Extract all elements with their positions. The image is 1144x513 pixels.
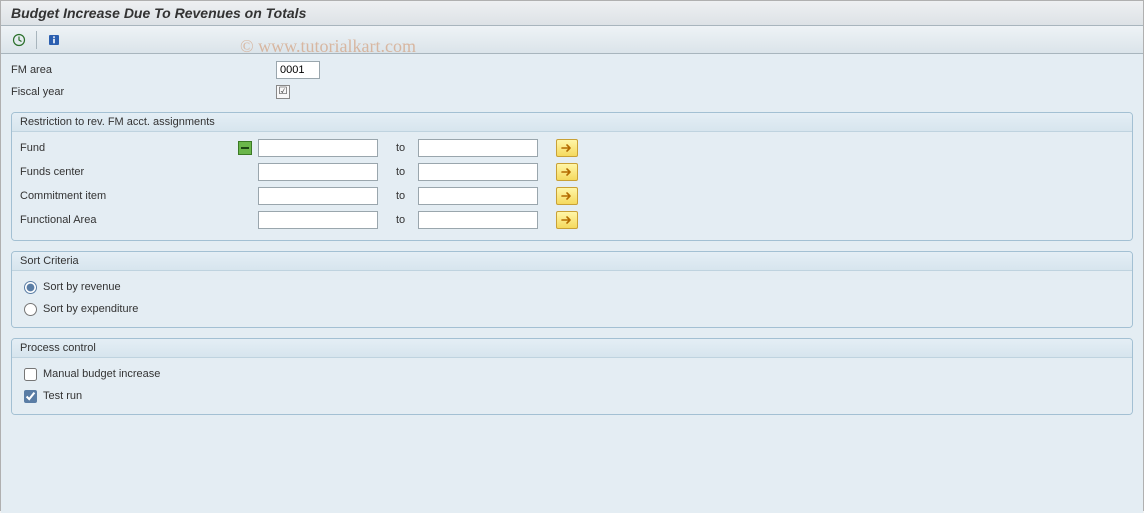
- to-label: to: [378, 214, 418, 226]
- test-run-row: Test run: [20, 386, 1124, 406]
- fiscal-year-row: Fiscal year ☑: [11, 82, 1133, 102]
- restriction-group: Restriction to rev. FM acct. assignments…: [11, 112, 1133, 241]
- test-run-label: Test run: [43, 390, 82, 402]
- process-control-body: Manual budget increase Test run: [12, 358, 1132, 414]
- page-title: Budget Increase Due To Revenues on Total…: [1, 1, 1143, 26]
- toolbar-separator: [36, 31, 37, 49]
- execute-button[interactable]: [9, 30, 29, 50]
- arrow-right-icon: [561, 191, 573, 201]
- multi-select-button[interactable]: [556, 187, 578, 205]
- selection-indicator-icon[interactable]: [238, 141, 252, 155]
- arrow-right-icon: [561, 167, 573, 177]
- range-row-commitment-item: Commitment item to: [20, 186, 1124, 206]
- sort-criteria-body: Sort by revenue Sort by expenditure: [12, 271, 1132, 327]
- funds-center-from-input[interactable]: [258, 163, 378, 181]
- manual-budget-row: Manual budget increase: [20, 364, 1124, 384]
- to-label: to: [378, 142, 418, 154]
- to-label: to: [378, 166, 418, 178]
- commitment-item-label: Commitment item: [20, 190, 106, 202]
- range-row-funds-center: Funds center to: [20, 162, 1124, 182]
- fund-from-input[interactable]: [258, 139, 378, 157]
- arrow-right-icon: [561, 215, 573, 225]
- functional-area-label: Functional Area: [20, 214, 96, 226]
- manual-budget-label: Manual budget increase: [43, 368, 160, 380]
- test-run-checkbox[interactable]: [24, 390, 37, 403]
- toolbar: [1, 26, 1143, 54]
- sort-criteria-group: Sort Criteria Sort by revenue Sort by ex…: [11, 251, 1133, 328]
- info-icon: [47, 33, 61, 47]
- process-control-group: Process control Manual budget increase T…: [11, 338, 1133, 415]
- main-area: FM area Fiscal year ☑ Restriction to rev…: [1, 54, 1143, 513]
- range-label: Fund: [20, 141, 258, 155]
- functional-area-to-input[interactable]: [418, 211, 538, 229]
- fm-area-input[interactable]: [276, 61, 320, 79]
- sort-revenue-label: Sort by revenue: [43, 281, 121, 293]
- fund-label: Fund: [20, 142, 45, 154]
- sort-expenditure-row: Sort by expenditure: [20, 299, 1124, 319]
- range-row-functional-area: Functional Area to: [20, 210, 1124, 230]
- sort-expenditure-radio[interactable]: [24, 303, 37, 316]
- restriction-body: Fund to Funds center: [12, 132, 1132, 240]
- sort-expenditure-label: Sort by expenditure: [43, 303, 138, 315]
- manual-budget-checkbox[interactable]: [24, 368, 37, 381]
- commitment-item-from-input[interactable]: [258, 187, 378, 205]
- fm-area-row: FM area: [11, 60, 1133, 80]
- info-button[interactable]: [44, 30, 64, 50]
- multi-select-button[interactable]: [556, 163, 578, 181]
- funds-center-to-input[interactable]: [418, 163, 538, 181]
- clock-execute-icon: [12, 33, 26, 47]
- commitment-item-to-input[interactable]: [418, 187, 538, 205]
- sort-criteria-title: Sort Criteria: [12, 252, 1132, 271]
- top-fields: FM area Fiscal year ☑: [11, 60, 1133, 102]
- title-text: Budget Increase Due To Revenues on Total…: [11, 5, 306, 21]
- process-control-title: Process control: [12, 339, 1132, 358]
- fiscal-year-label: Fiscal year: [11, 86, 276, 98]
- fund-to-input[interactable]: [418, 139, 538, 157]
- restriction-title: Restriction to rev. FM acct. assignments: [12, 113, 1132, 132]
- to-label: to: [378, 190, 418, 202]
- fiscal-year-required-checkbox[interactable]: ☑: [276, 85, 290, 99]
- funds-center-label: Funds center: [20, 166, 84, 178]
- range-row-fund: Fund to: [20, 138, 1124, 158]
- multi-select-button[interactable]: [556, 139, 578, 157]
- fm-area-label: FM area: [11, 64, 276, 76]
- functional-area-from-input[interactable]: [258, 211, 378, 229]
- multi-select-button[interactable]: [556, 211, 578, 229]
- arrow-right-icon: [561, 143, 573, 153]
- sort-revenue-row: Sort by revenue: [20, 277, 1124, 297]
- sort-revenue-radio[interactable]: [24, 281, 37, 294]
